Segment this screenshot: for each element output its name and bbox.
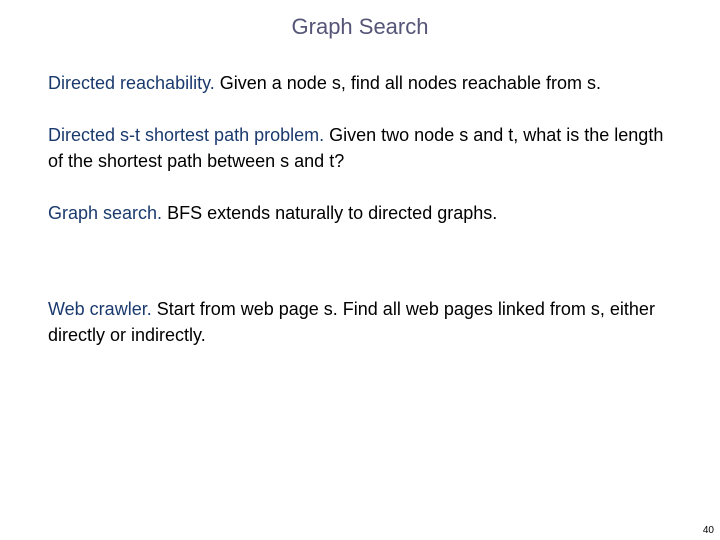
page-number: 40 <box>703 525 714 536</box>
term-shortest-path: Directed s-t shortest path problem. <box>48 125 324 145</box>
slide-body: Directed reachability. Given a node s, f… <box>0 46 720 349</box>
paragraph-graph-search: Graph search. BFS extends naturally to d… <box>48 200 672 226</box>
term-web-crawler: Web crawler. <box>48 299 152 319</box>
paragraph-reachability: Directed reachability. Given a node s, f… <box>48 70 672 96</box>
paragraph-shortest-path: Directed s-t shortest path problem. Give… <box>48 122 672 174</box>
text-reachability: Given a node s, find all nodes reachable… <box>215 73 601 93</box>
term-graph-search: Graph search. <box>48 203 162 223</box>
paragraph-web-crawler: Web crawler. Start from web page s. Find… <box>48 296 672 348</box>
slide: Graph Search Directed reachability. Give… <box>0 0 720 540</box>
term-reachability: Directed reachability. <box>48 73 215 93</box>
slide-title: Graph Search <box>0 0 720 46</box>
text-graph-search: BFS extends naturally to directed graphs… <box>162 203 497 223</box>
